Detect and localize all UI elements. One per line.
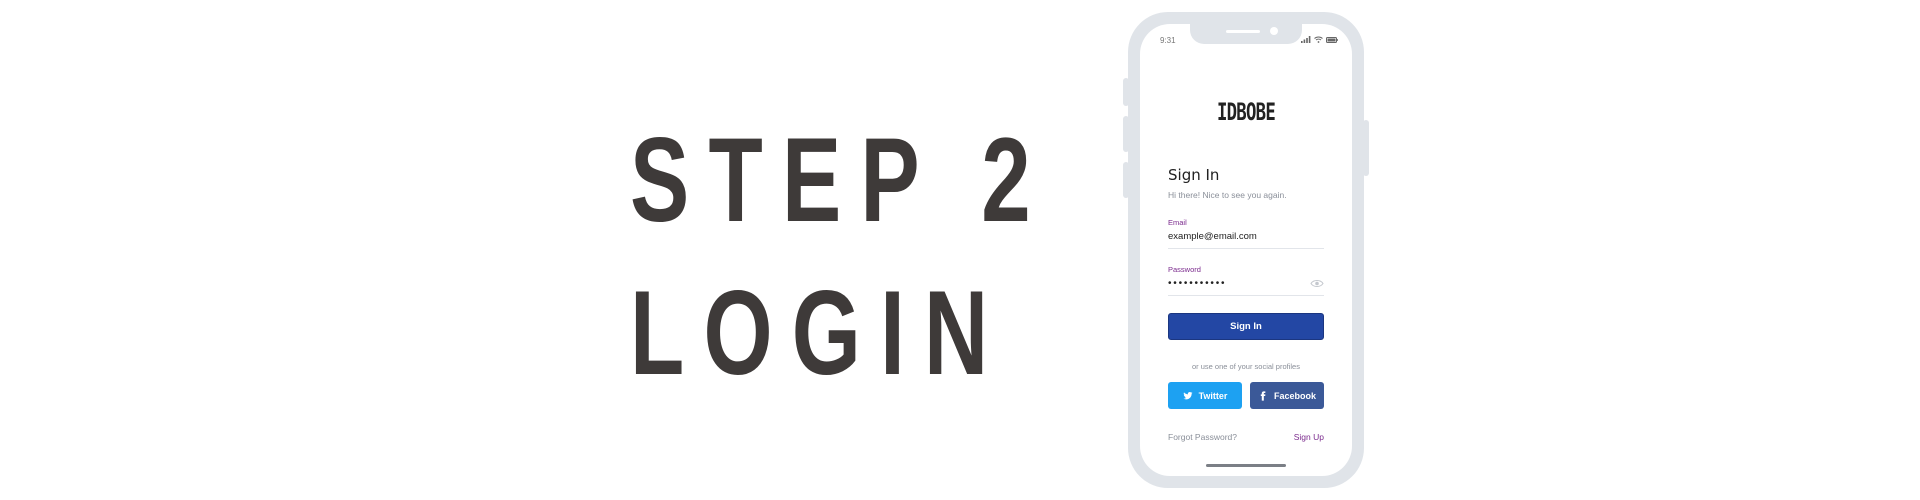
speaker bbox=[1226, 30, 1260, 33]
phone-mute-switch bbox=[1123, 78, 1129, 106]
phone-notch bbox=[1190, 24, 1302, 44]
forgot-password-link[interactable]: Forgot Password? bbox=[1168, 432, 1237, 442]
phone-mockup: 9:31 IDBOBE Sign In Hi there! Nice to se… bbox=[1123, 12, 1369, 488]
twitter-label: Twitter bbox=[1198, 390, 1228, 401]
facebook-icon bbox=[1260, 390, 1266, 401]
status-time: 9:31 bbox=[1160, 36, 1176, 45]
phone-volume-up bbox=[1123, 116, 1129, 152]
login-heading: LOGIN bbox=[630, 266, 1008, 400]
password-label: Password bbox=[1168, 265, 1201, 274]
facebook-button[interactable]: Facebook bbox=[1250, 382, 1324, 409]
password-field[interactable]: ••••••••••• bbox=[1168, 278, 1226, 289]
home-indicator bbox=[1206, 464, 1286, 467]
email-label: Email bbox=[1168, 218, 1187, 227]
phone-volume-down bbox=[1123, 162, 1129, 198]
signup-link[interactable]: Sign Up bbox=[1294, 432, 1324, 442]
signin-button[interactable]: Sign In bbox=[1168, 313, 1324, 340]
facebook-label: Facebook bbox=[1273, 390, 1316, 401]
status-icons bbox=[1301, 36, 1338, 43]
camera bbox=[1270, 27, 1278, 35]
signin-subtitle: Hi there! Nice to see you again. bbox=[1168, 190, 1287, 200]
phone-power-button bbox=[1363, 120, 1369, 176]
phone-screen: 9:31 IDBOBE Sign In Hi there! Nice to se… bbox=[1140, 24, 1352, 476]
battery-icon bbox=[1326, 36, 1338, 43]
password-underline bbox=[1168, 295, 1324, 296]
brand-logo: IDBOBE bbox=[1216, 98, 1276, 126]
twitter-button[interactable]: Twitter bbox=[1168, 382, 1242, 409]
step-heading: STEP 2 bbox=[630, 113, 1050, 247]
eye-icon[interactable] bbox=[1310, 279, 1324, 288]
email-field[interactable]: example@email.com bbox=[1168, 231, 1257, 242]
twitter-icon bbox=[1182, 391, 1193, 399]
email-underline bbox=[1168, 248, 1324, 249]
wifi-icon bbox=[1314, 36, 1323, 43]
signin-title: Sign In bbox=[1168, 166, 1220, 184]
social-note: or use one of your social profiles bbox=[1192, 362, 1300, 371]
signal-icon bbox=[1301, 36, 1311, 43]
stage: STEP 2 LOGIN 9:31 IDBOBE Sign In Hi ther… bbox=[0, 0, 1920, 500]
